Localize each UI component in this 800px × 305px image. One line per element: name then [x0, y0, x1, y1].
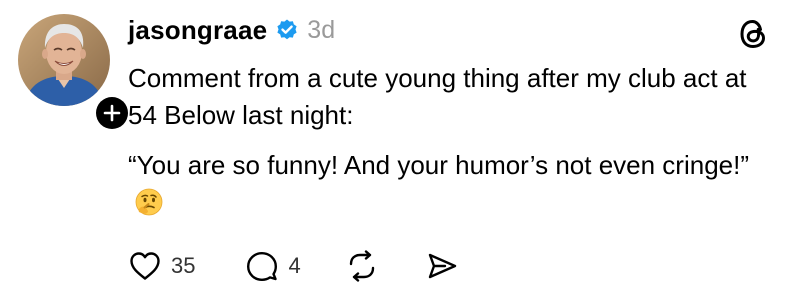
- reply-count: 4: [288, 253, 301, 278]
- threads-logo-icon: [736, 16, 770, 52]
- post-timestamp: 3d: [307, 15, 336, 44]
- avatar[interactable]: [18, 14, 110, 106]
- post-body: Comment from a cute young thing after my…: [128, 60, 768, 234]
- post-header: jasongraae 3d: [128, 10, 335, 50]
- plus-icon: [103, 104, 121, 122]
- heart-icon: [130, 252, 160, 280]
- post-paragraph: Comment from a cute young thing after my…: [128, 63, 747, 130]
- reply-button[interactable]: 4: [245, 250, 301, 282]
- username[interactable]: jasongraae: [128, 15, 267, 46]
- post-actions: 35 4: [128, 246, 459, 286]
- follow-button-inner: [96, 97, 128, 129]
- like-button[interactable]: 35: [128, 250, 195, 282]
- avatar-container: [18, 14, 131, 132]
- verified-badge-icon: [275, 18, 299, 42]
- repost-icon: [349, 250, 374, 282]
- comment-icon: [247, 252, 278, 281]
- thinking-face-icon: [134, 187, 164, 217]
- thread-post: jasongraae 3d Comment from a cute young …: [0, 0, 800, 305]
- repost-button[interactable]: [345, 250, 379, 282]
- post-quote-text: “You are so funny! And your humor’s not …: [128, 150, 750, 180]
- post-paragraph-quote: “You are so funny! And your humor’s not …: [128, 147, 768, 221]
- share-button[interactable]: [425, 250, 459, 282]
- follow-button[interactable]: [93, 94, 131, 132]
- like-count: 35: [171, 253, 196, 278]
- send-icon: [428, 253, 456, 279]
